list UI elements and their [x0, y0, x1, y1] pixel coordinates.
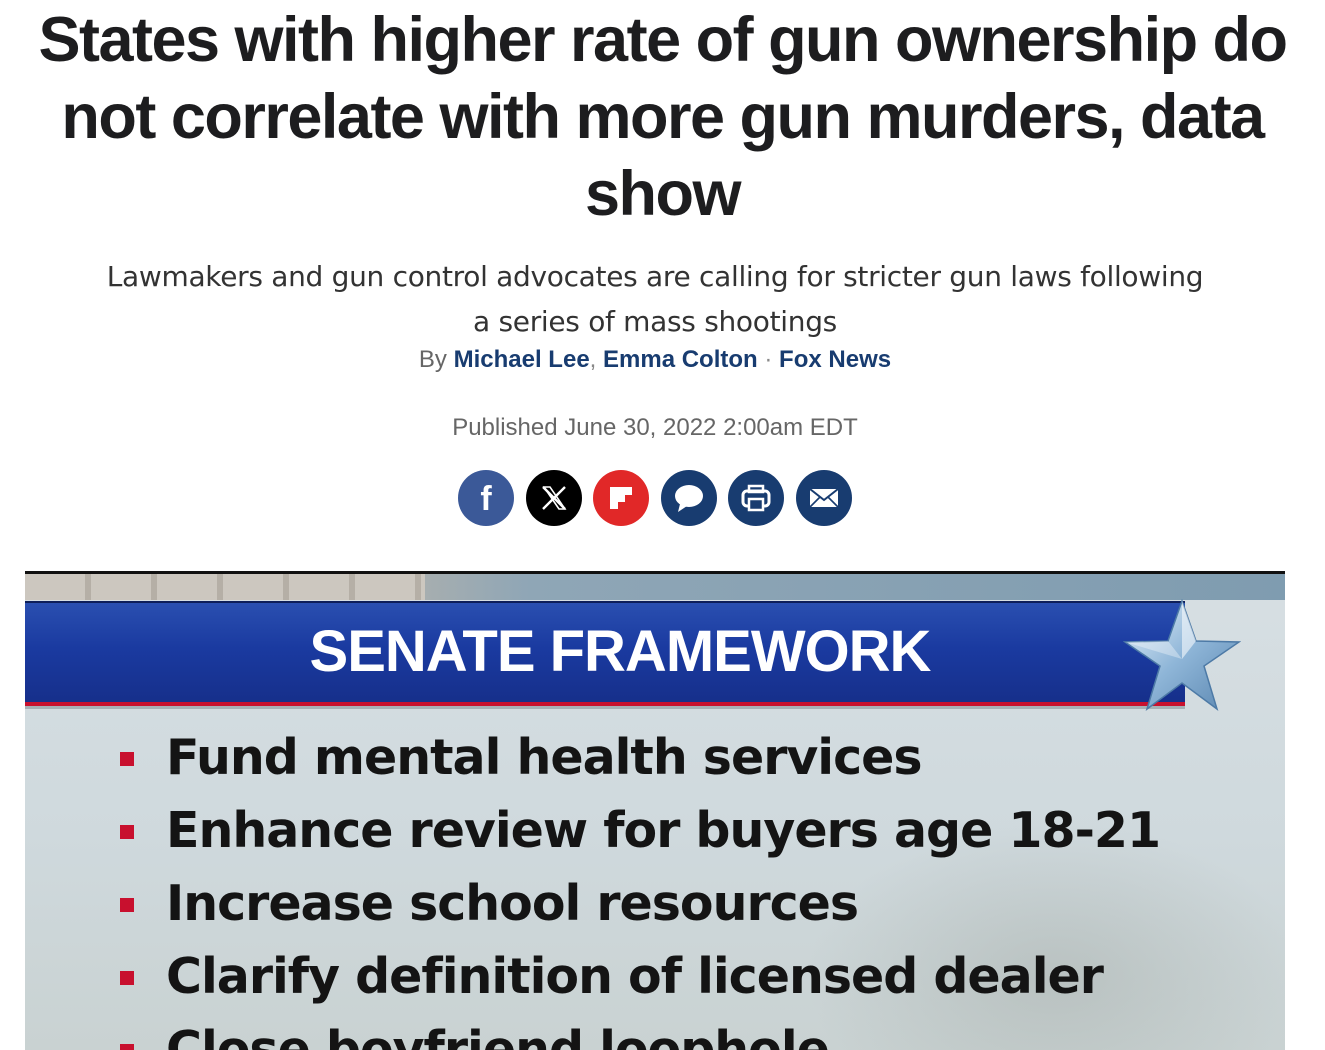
author-link-emma-colton[interactable]: Emma Colton: [603, 346, 758, 373]
hero-image[interactable]: SENATE FRAMEWORK Fund mental health serv…: [25, 571, 1285, 1050]
svg-text:f: f: [480, 480, 492, 518]
byline-separator: ·: [764, 346, 773, 373]
source-link-fox-news[interactable]: Fox News: [779, 346, 891, 373]
list-item: Fund mental health services: [120, 721, 1160, 794]
comments-button[interactable]: [660, 470, 717, 526]
flipboard-icon: [606, 483, 636, 513]
print-icon: [739, 482, 773, 514]
framework-bullet-list: Fund mental health services Enhance revi…: [120, 721, 1161, 1050]
author-link-michael-lee[interactable]: Michael Lee: [454, 346, 590, 373]
publish-date: Published June 30, 2022 2:00am EDT: [452, 414, 858, 441]
list-item: Clarify definition of licensed dealer: [120, 940, 1160, 1013]
bullet-square-icon: [120, 752, 134, 766]
list-item-text: Clarify definition of licensed dealer: [166, 948, 1104, 1005]
list-item-text: Fund mental health services: [166, 729, 923, 786]
list-item-text: Enhance review for buyers age 18-21: [166, 802, 1161, 859]
banner-title: SENATE FRAMEWORK: [309, 619, 932, 684]
banner-gray-stripe: [25, 706, 1185, 709]
bullet-square-icon: [120, 825, 134, 839]
list-item: Increase school resources: [120, 867, 1160, 940]
list-item: Enhance review for buyers age 18-21: [120, 794, 1161, 867]
print-button[interactable]: [728, 470, 784, 526]
list-item: Close boyfriend loophole: [120, 1013, 1160, 1050]
image-background-building: [25, 574, 1285, 600]
x-icon: [539, 483, 569, 513]
article-headline: States with higher rate of gun ownership…: [38, 5, 1288, 229]
flipboard-share-button[interactable]: [593, 470, 649, 526]
list-item-text: Increase school resources: [166, 875, 859, 932]
email-icon: [808, 486, 840, 510]
bullet-square-icon: [120, 1044, 134, 1050]
article-subheadline: Lawmakers and gun control advocates are …: [106, 260, 1204, 338]
facebook-share-button[interactable]: f: [458, 470, 514, 526]
x-share-button[interactable]: [525, 470, 582, 526]
byline-prefix: By: [418, 346, 447, 373]
byline-comma: ,: [589, 346, 597, 373]
star-icon: [1122, 598, 1242, 716]
facebook-icon: f: [458, 470, 514, 526]
byline: By Michael Lee, Emma Colton · Fox News: [0, 343, 1310, 377]
bullet-square-icon: [120, 971, 134, 985]
share-bar: f: [458, 470, 852, 526]
bullet-square-icon: [120, 898, 134, 912]
comments-icon: [672, 482, 706, 514]
list-item-text: Close boyfriend loophole: [166, 1021, 830, 1050]
email-share-button[interactable]: [795, 470, 852, 526]
building-columns: [25, 574, 425, 600]
